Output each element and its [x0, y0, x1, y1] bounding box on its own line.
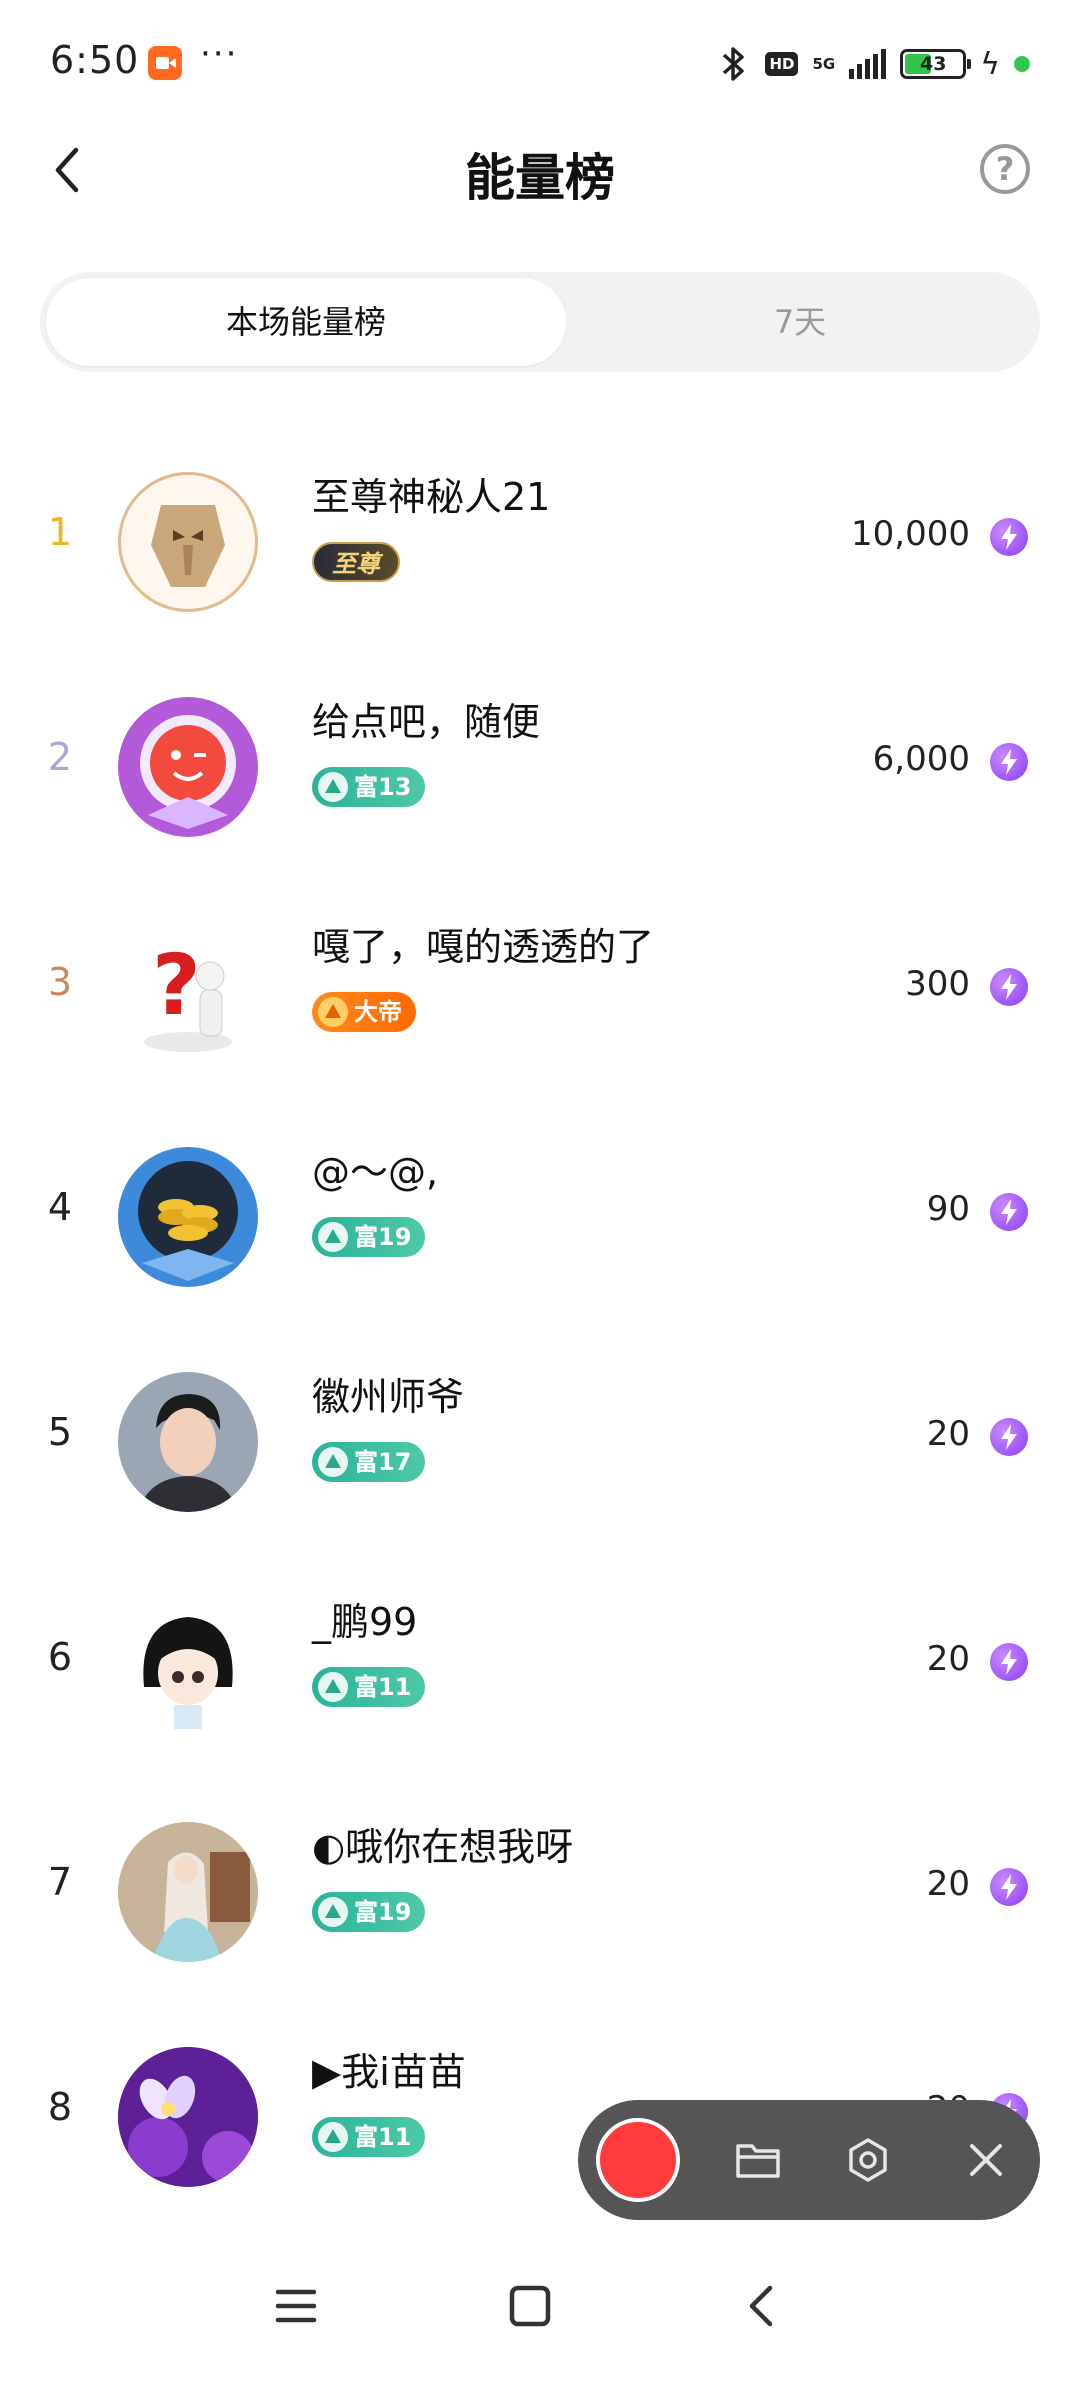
bluetooth-icon	[723, 47, 745, 81]
user-name: 给点吧，随便	[312, 700, 541, 744]
ranking-row[interactable]: 7 ◐哦你在想我呀 富19 20	[0, 1790, 1080, 1990]
rank-number: 2	[47, 735, 73, 779]
user-avatar[interactable]	[118, 1822, 258, 1962]
wealth-level-badge: 富19	[312, 1892, 426, 1932]
energy-score: 20	[926, 1864, 970, 1904]
wealth-level-badge: 富11	[312, 1667, 426, 1707]
svg-text:?: ?	[152, 936, 201, 1034]
user-name: ◐哦你在想我呀	[312, 1825, 574, 1869]
rank-number: 7	[47, 1860, 73, 1904]
energy-score: 20	[926, 1414, 970, 1454]
ranking-row[interactable]: 4 @～@, 富19 90	[0, 1115, 1080, 1315]
back-icon[interactable]	[740, 2282, 784, 2330]
energy-score: 90	[926, 1189, 970, 1229]
battery-level: 43	[919, 53, 947, 75]
rank-number: 6	[47, 1635, 73, 1679]
user-avatar[interactable]	[118, 697, 258, 837]
ranking-row[interactable]: 2 给点吧，随便 富13 6,000	[0, 665, 1080, 865]
diamond-icon	[318, 1222, 348, 1252]
wealth-level-badge: 富19	[312, 1217, 426, 1257]
diamond-icon	[318, 1672, 348, 1702]
user-name: ▶我i苗苗	[312, 2050, 466, 2094]
menu-icon[interactable]	[274, 2284, 318, 2328]
vip-badge-supreme: 至尊	[312, 542, 400, 582]
user-avatar[interactable]	[118, 472, 258, 612]
lightning-bolt-icon	[990, 968, 1028, 1006]
user-name: _鹏99	[312, 1600, 418, 1644]
diamond-icon	[318, 1447, 348, 1477]
rank-number: 1	[47, 510, 73, 554]
wealth-level-badge: 富17	[312, 1442, 426, 1482]
wealth-level-badge: 富13	[312, 767, 426, 807]
ranking-row[interactable]: 6 _鹏99 富11 20	[0, 1565, 1080, 1765]
energy-score: 20	[926, 1639, 970, 1679]
hd-voice-icon: HD	[765, 52, 799, 76]
charging-icon: ϟ	[980, 46, 1000, 82]
more-notifications-icon: ···	[200, 34, 239, 74]
lightning-bolt-icon	[990, 743, 1028, 781]
energy-score: 6,000	[872, 739, 970, 779]
folder-icon[interactable]	[734, 2138, 782, 2182]
lightning-bolt-icon	[990, 518, 1028, 556]
signal-strength-icon	[849, 49, 887, 79]
screen-recorder-toolbar	[578, 2100, 1040, 2220]
ranking-row[interactable]: 5 徽州师爷 富17 20	[0, 1340, 1080, 1540]
user-avatar[interactable]	[118, 1372, 258, 1512]
privacy-indicator-dot	[1014, 56, 1030, 72]
user-name: 徽州师爷	[312, 1375, 465, 1419]
header: 能量榜 ?	[0, 120, 1080, 220]
settings-icon[interactable]	[844, 2136, 892, 2184]
diamond-icon	[318, 1897, 348, 1927]
close-icon[interactable]	[964, 2138, 1008, 2182]
screen-record-indicator-icon	[148, 46, 182, 80]
energy-score: 300	[905, 964, 970, 1004]
user-avatar[interactable]	[118, 1597, 258, 1737]
page-title: 能量榜	[465, 149, 615, 207]
lightning-bolt-icon	[990, 1868, 1028, 1906]
user-name: 至尊神秘人21	[312, 475, 551, 519]
crown-icon	[318, 997, 348, 1027]
lightning-bolt-icon	[990, 1193, 1028, 1231]
ranking-row[interactable]: 1 至尊神秘人21 至尊 10,000	[0, 440, 1080, 640]
status-icons: HD 5G 43 ϟ	[717, 44, 1030, 84]
rank-number: 3	[47, 960, 73, 1004]
lightning-bolt-icon	[990, 1643, 1028, 1681]
ranking-tabs: 本场能量榜 7天	[40, 272, 1040, 372]
network-type-label: 5G	[812, 55, 836, 73]
energy-ranking-screen: 6:50 ··· HD 5G 43 ϟ 能量榜 ? 本场能量榜 7天 1 至尊神…	[0, 0, 1080, 2400]
user-avatar[interactable]: ?	[118, 922, 258, 1062]
energy-score: 10,000	[851, 514, 970, 554]
rank-number: 5	[47, 1410, 73, 1454]
vip-badge-emperor: 大帝	[312, 992, 416, 1032]
user-name: @～@,	[312, 1150, 439, 1194]
tab-7-days[interactable]: 7天	[570, 278, 1030, 366]
home-icon[interactable]	[508, 2284, 552, 2328]
rank-number: 8	[47, 2085, 73, 2129]
record-button[interactable]	[596, 2118, 680, 2202]
ranking-row[interactable]: 3 ? 嘎了，嘎的透透的了 大帝 300	[0, 890, 1080, 1090]
status-time: 6:50	[50, 38, 140, 82]
help-button[interactable]: ?	[980, 144, 1030, 194]
user-name: 嘎了，嘎的透透的了	[312, 925, 655, 969]
diamond-icon	[318, 2122, 348, 2152]
user-avatar[interactable]	[118, 2047, 258, 2187]
diamond-icon	[318, 772, 348, 802]
system-nav-bar	[0, 2240, 1080, 2400]
rank-number: 4	[47, 1185, 73, 1229]
status-bar: 6:50 ··· HD 5G 43 ϟ	[0, 0, 1080, 120]
wealth-level-badge: 富11	[312, 2117, 426, 2157]
lightning-bolt-icon	[990, 1418, 1028, 1456]
battery-icon: 43	[900, 49, 972, 79]
user-avatar[interactable]	[118, 1147, 258, 1287]
tab-current-session[interactable]: 本场能量榜	[46, 278, 566, 366]
